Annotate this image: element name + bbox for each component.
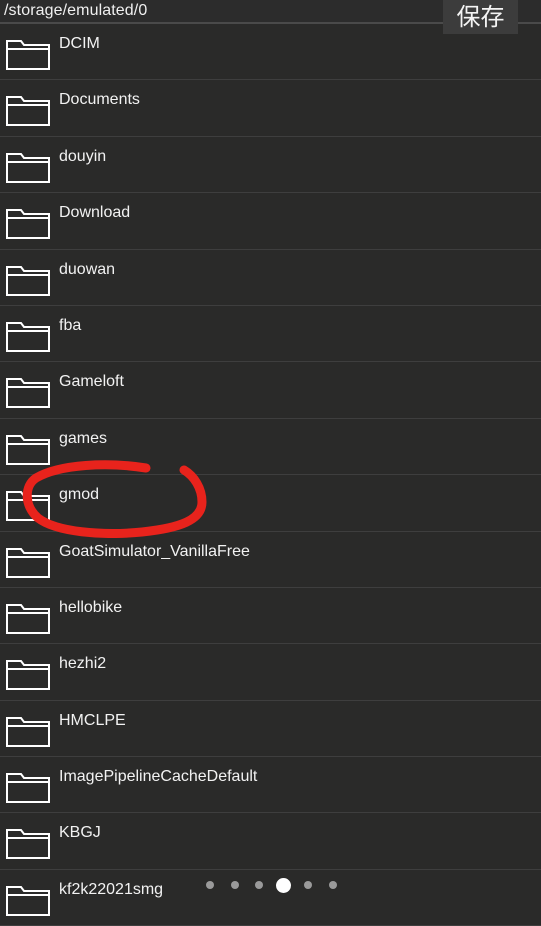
- folder-name: duowan: [59, 260, 116, 278]
- folder-name: gmod: [59, 486, 100, 504]
- folder-name: GoatSimulator_VanillaFree: [59, 542, 250, 560]
- folder-name: HMCLPE: [59, 711, 126, 729]
- folder-icon: [6, 40, 50, 70]
- page-dot[interactable]: [206, 881, 214, 889]
- folder-row[interactable]: GoatSimulator_VanillaFree: [0, 532, 541, 588]
- folder-icon: [6, 434, 50, 465]
- folder-name: ImagePipelineCacheDefault: [59, 768, 258, 786]
- folder-icon: [6, 829, 50, 860]
- page-dot[interactable]: [230, 881, 239, 889]
- folder-row[interactable]: Download: [0, 193, 541, 250]
- folder-icon: [6, 96, 50, 127]
- folder-name: KBGJ: [59, 824, 101, 842]
- current-path: /storage/emulated/0: [4, 2, 148, 19]
- folder-row[interactable]: hezhi2: [0, 644, 541, 701]
- folder-icon: [6, 716, 50, 747]
- folder-name: hezhi2: [59, 655, 107, 673]
- folder-row[interactable]: Documents: [0, 80, 541, 137]
- page-indicator: [0, 877, 541, 893]
- page-dot[interactable]: [255, 881, 263, 889]
- folder-icon: [6, 152, 50, 183]
- folder-name: Documents: [59, 91, 140, 109]
- page-dot-active[interactable]: [276, 877, 291, 893]
- folder-row[interactable]: KBGJ: [0, 813, 541, 870]
- folder-name: douyin: [59, 147, 107, 165]
- folder-icon: [6, 265, 50, 296]
- folder-name: Download: [59, 204, 131, 222]
- page-dot[interactable]: [328, 881, 337, 889]
- folder-name: fba: [59, 316, 82, 334]
- folder-row[interactable]: duowan: [0, 250, 541, 306]
- page-dot[interactable]: [304, 881, 312, 889]
- folder-name: hellobike: [59, 598, 123, 616]
- folder-row[interactable]: Gameloft: [0, 362, 541, 419]
- folder-name: DCIM: [59, 35, 100, 52]
- folder-row[interactable]: HMCLPE: [0, 701, 541, 758]
- folder-icon: [6, 378, 50, 409]
- folder-icon: [6, 603, 50, 634]
- folder-row[interactable]: douyin: [0, 137, 541, 194]
- folder-icon: [6, 321, 50, 352]
- folder-row[interactable]: ImagePipelineCacheDefault: [0, 757, 541, 814]
- folder-row[interactable]: games: [0, 419, 541, 476]
- folder-name: games: [59, 429, 108, 447]
- folder-icon: [6, 660, 50, 691]
- folder-name: Gameloft: [59, 373, 124, 391]
- folder-list: DCIM Documents douyin Download duowan fba Game…: [0, 24, 541, 926]
- folder-row[interactable]: gmod: [0, 475, 541, 532]
- folder-row[interactable]: fba: [0, 306, 541, 363]
- folder-row[interactable]: hellobike: [0, 588, 541, 645]
- folder-icon: [6, 209, 50, 240]
- folder-icon: [6, 547, 50, 578]
- folder-icon: [6, 491, 50, 522]
- save-button[interactable]: 保存: [443, 0, 518, 34]
- folder-icon: [6, 773, 50, 804]
